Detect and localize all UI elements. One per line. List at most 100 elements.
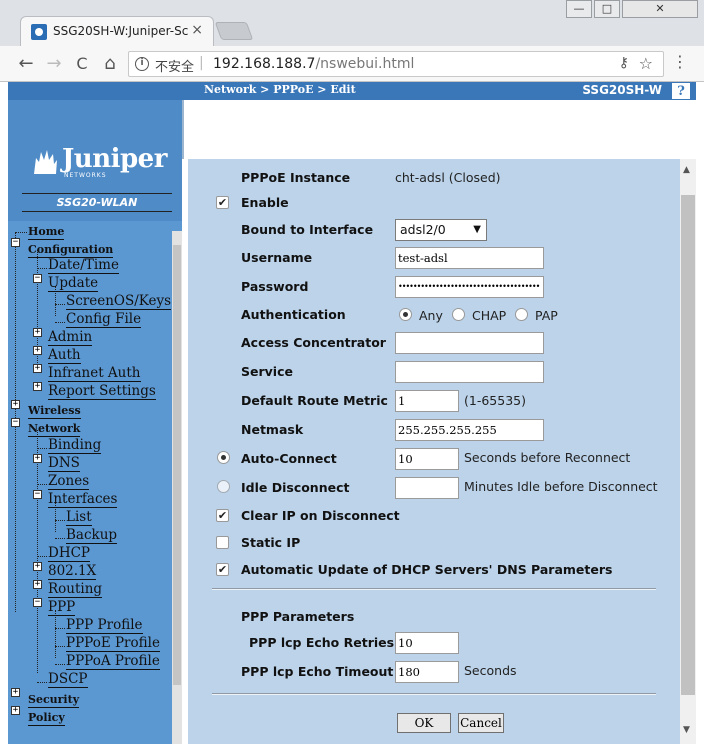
sidebar-item-screenos[interactable]: ScreenOS/Keys bbox=[66, 294, 172, 310]
sidebar-item-routing[interactable]: Routing bbox=[48, 582, 103, 598]
sidebar-scroll-thumb[interactable] bbox=[173, 245, 181, 685]
auth-any-radio[interactable] bbox=[399, 308, 412, 321]
static-ip-checkbox[interactable] bbox=[216, 536, 229, 549]
expand-icon[interactable]: + bbox=[11, 688, 20, 697]
idle-disconnect-label: Idle Disconnect bbox=[241, 480, 350, 495]
expand-icon[interactable]: + bbox=[33, 364, 42, 373]
sidebar-item-infranet-auth[interactable]: Infranet Auth bbox=[48, 366, 141, 382]
auth-pap-label: PAP bbox=[535, 308, 558, 323]
sidebar-item-admin[interactable]: Admin bbox=[48, 330, 93, 346]
sidebar-item-pppoe-profile[interactable]: PPPoE Profile bbox=[66, 636, 160, 652]
collapse-icon[interactable]: − bbox=[11, 418, 20, 427]
sidebar-item-ppp-profile[interactable]: PPP Profile bbox=[66, 618, 143, 634]
sidebar-item-interfaces[interactable]: Interfaces bbox=[48, 492, 118, 508]
sidebar-item-auth[interactable]: Auth bbox=[48, 348, 81, 364]
home-button[interactable]: ⌂ bbox=[98, 52, 122, 76]
sidebar-item-wireless[interactable]: Wireless bbox=[28, 403, 81, 419]
auto-connect-input[interactable]: 10 bbox=[395, 448, 459, 470]
expand-icon[interactable]: + bbox=[33, 328, 42, 337]
sidebar-item-report-settings[interactable]: Report Settings bbox=[48, 384, 156, 400]
pppoe-edit-form: ▲ ▼ PPPoE Instance cht-adsl (Closed) ✔ E… bbox=[188, 159, 696, 744]
sidebar-item-datetime[interactable]: Date/Time bbox=[48, 258, 119, 274]
auth-pap-radio[interactable] bbox=[515, 308, 528, 321]
back-button[interactable]: ← bbox=[14, 52, 38, 76]
idle-disconnect-radio[interactable] bbox=[217, 480, 230, 493]
lcp-echo-retries-input[interactable]: 10 bbox=[395, 632, 459, 654]
enable-label: Enable bbox=[241, 195, 289, 210]
password-input[interactable]: •••••••••••••••••••••••••••••••••••••• bbox=[395, 276, 544, 298]
sidebar-item-dscp[interactable]: DSCP bbox=[48, 672, 88, 688]
route-metric-input[interactable]: 1 bbox=[395, 390, 459, 412]
auth-chap-label: CHAP bbox=[472, 308, 507, 323]
help-button[interactable]: ? bbox=[672, 83, 690, 99]
instance-value: cht-adsl (Closed) bbox=[395, 170, 501, 185]
browser-menu-icon[interactable]: ⋮ bbox=[672, 52, 688, 71]
sidebar-item-security[interactable]: Security bbox=[28, 692, 80, 708]
content-scrollbar[interactable]: ▲ ▼ bbox=[680, 159, 696, 744]
collapse-icon[interactable]: − bbox=[33, 490, 42, 499]
top-bar: Network > PPPoE > Edit SSG20SH-W ? bbox=[8, 82, 696, 100]
sidebar-item-pppoa-profile[interactable]: PPPoA Profile bbox=[66, 654, 160, 670]
insecure-label: 不安全 bbox=[155, 60, 195, 75]
url-text[interactable]: 192.168.188.7/nswebui.html bbox=[213, 56, 414, 72]
clear-ip-checkbox[interactable]: ✔ bbox=[216, 509, 229, 522]
cancel-button[interactable]: Cancel bbox=[458, 713, 504, 733]
sidebar-item-configuration[interactable]: Configuration bbox=[28, 242, 114, 258]
minimize-button[interactable]: — bbox=[566, 0, 592, 18]
scroll-down-icon[interactable]: ▼ bbox=[683, 725, 690, 735]
sidebar-item-config-file[interactable]: Config File bbox=[66, 312, 142, 328]
expand-icon[interactable]: + bbox=[11, 706, 20, 715]
expand-icon[interactable]: + bbox=[33, 346, 42, 355]
window-close-button[interactable]: ✕ bbox=[622, 0, 698, 18]
idle-disconnect-input[interactable] bbox=[395, 477, 459, 499]
lcp-echo-timeout-input[interactable]: 180 bbox=[395, 661, 459, 683]
netmask-input[interactable]: 255.255.255.255 bbox=[395, 419, 544, 441]
expand-icon[interactable]: + bbox=[33, 382, 42, 391]
auto-update-dns-checkbox[interactable]: ✔ bbox=[216, 563, 229, 576]
sidebar-item-network[interactable]: Network bbox=[28, 421, 81, 437]
ok-button[interactable]: OK bbox=[397, 713, 451, 733]
service-input[interactable] bbox=[395, 361, 544, 383]
content-scroll-thumb[interactable] bbox=[681, 195, 695, 695]
access-concentrator-input[interactable] bbox=[395, 332, 544, 354]
sidebar-item-dns[interactable]: DNS bbox=[48, 456, 80, 472]
collapse-icon[interactable]: − bbox=[11, 238, 20, 247]
sidebar-item-policy[interactable]: Policy bbox=[28, 710, 65, 726]
scroll-up-icon[interactable]: ▲ bbox=[683, 165, 690, 175]
browser-tab[interactable]: SSG20SH-W:Juniper-Sc × bbox=[20, 16, 214, 46]
expand-icon[interactable]: + bbox=[11, 400, 20, 409]
sidebar-scrollbar[interactable] bbox=[172, 231, 182, 744]
bookmark-star-icon[interactable]: ☆ bbox=[639, 54, 653, 73]
tree-line bbox=[15, 232, 27, 233]
sidebar-item-dhcp[interactable]: DHCP bbox=[48, 546, 91, 562]
sidebar-item-binding[interactable]: Binding bbox=[48, 438, 102, 454]
username-input[interactable]: test-adsl bbox=[395, 247, 544, 269]
expand-icon[interactable]: + bbox=[33, 580, 42, 589]
bound-interface-select[interactable]: adsl2/0 ▼ bbox=[395, 219, 487, 241]
sidebar-item-backup[interactable]: Backup bbox=[66, 528, 118, 544]
key-icon[interactable]: ⚷ bbox=[619, 55, 629, 71]
sidebar-item-8021x[interactable]: 802.1X bbox=[48, 564, 97, 580]
expand-icon[interactable]: + bbox=[33, 454, 42, 463]
auto-connect-radio[interactable] bbox=[217, 451, 230, 464]
browser-toolbar: ← → C ⌂ i 不安全 | 192.168.188.7/nswebui.ht… bbox=[0, 46, 704, 82]
expand-icon[interactable]: + bbox=[33, 562, 42, 571]
sidebar-item-list[interactable]: List bbox=[66, 510, 92, 526]
sidebar-item-home[interactable]: Home bbox=[28, 224, 65, 240]
collapse-icon[interactable]: − bbox=[33, 274, 42, 283]
close-tab-icon[interactable]: × bbox=[191, 22, 203, 38]
maximize-button[interactable]: □ bbox=[594, 0, 620, 18]
reload-button[interactable]: C bbox=[70, 52, 94, 76]
enable-checkbox[interactable]: ✔ bbox=[216, 196, 229, 209]
auth-chap-radio[interactable] bbox=[452, 308, 465, 321]
netmask-label: Netmask bbox=[241, 422, 304, 437]
tree-line bbox=[37, 484, 47, 485]
info-icon[interactable]: i bbox=[135, 57, 149, 71]
sidebar-item-update[interactable]: Update bbox=[48, 276, 99, 292]
collapse-icon[interactable]: − bbox=[33, 598, 42, 607]
forward-button[interactable]: → bbox=[42, 52, 66, 76]
sidebar-item-ppp[interactable]: PPP bbox=[48, 600, 76, 616]
new-tab-button[interactable] bbox=[214, 22, 254, 40]
sidebar-item-zones[interactable]: Zones bbox=[48, 474, 90, 490]
address-bar[interactable]: i 不安全 | 192.168.188.7/nswebui.html ⚷ ☆ bbox=[128, 51, 664, 77]
